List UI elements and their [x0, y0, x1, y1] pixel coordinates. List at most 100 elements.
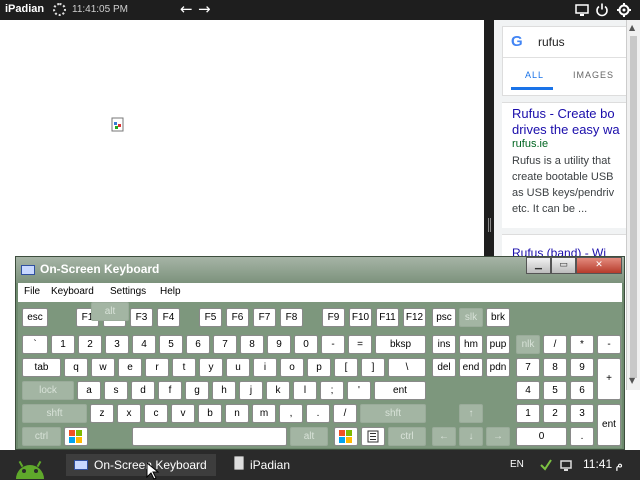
key-k[interactable]: k: [266, 381, 290, 400]
scroll-up-icon[interactable]: ▲: [629, 23, 635, 32]
key-nlk[interactable]: nlk: [516, 335, 540, 354]
key-left-shift[interactable]: shft: [22, 404, 87, 423]
minimize-button[interactable]: ▁: [526, 257, 551, 274]
tab-all[interactable]: ALL: [525, 70, 544, 80]
key-arrow-down[interactable]: ↓: [459, 427, 483, 446]
tab-images[interactable]: IMAGES: [573, 70, 614, 80]
key-enter[interactable]: ent: [374, 381, 426, 400]
android-start-icon[interactable]: [10, 453, 50, 479]
key-1[interactable]: 1: [51, 335, 75, 354]
key-f4[interactable]: F4: [157, 308, 180, 327]
key-num-enter[interactable]: ent: [597, 404, 621, 446]
key-b[interactable]: b: [198, 404, 222, 423]
key-9[interactable]: 9: [267, 335, 291, 354]
key-num-9[interactable]: 9: [570, 358, 594, 377]
key-num-5[interactable]: 5: [543, 381, 567, 400]
key-7[interactable]: 7: [213, 335, 237, 354]
key-open-bracket[interactable]: [: [334, 358, 358, 377]
key-f5[interactable]: F5: [199, 308, 222, 327]
menu-help[interactable]: Help: [160, 286, 181, 297]
key-slash[interactable]: /: [333, 404, 357, 423]
key-f7[interactable]: F7: [253, 308, 276, 327]
settings-icon[interactable]: [616, 2, 632, 18]
task-on-screen-keyboard[interactable]: On-Screen Keyboard: [66, 454, 216, 476]
key-y[interactable]: y: [199, 358, 223, 377]
key-arrow-up[interactable]: ↑: [459, 404, 483, 423]
key-ins[interactable]: ins: [432, 335, 456, 354]
key-menu[interactable]: [361, 427, 385, 446]
key-minus[interactable]: -: [321, 335, 345, 354]
menu-file[interactable]: File: [24, 286, 40, 297]
key-caps-lock[interactable]: lock: [22, 381, 74, 400]
key-equals[interactable]: =: [348, 335, 372, 354]
monitor-icon[interactable]: [574, 2, 590, 18]
key-left-alt[interactable]: alt: [91, 302, 129, 321]
key-num-0[interactable]: 0: [516, 427, 567, 446]
key-backspace[interactable]: bksp: [375, 335, 426, 354]
key-brk[interactable]: brk: [486, 308, 510, 327]
key-num-4[interactable]: 4: [516, 381, 540, 400]
key-num-7[interactable]: 7: [516, 358, 540, 377]
network-icon[interactable]: [560, 458, 574, 472]
search-result[interactable]: Rufus - Create bo drives the easy wa ruf…: [502, 102, 626, 228]
key-v[interactable]: v: [171, 404, 195, 423]
key-period[interactable]: .: [306, 404, 330, 423]
search-result[interactable]: Rufus (band) - Wi: [502, 234, 626, 256]
keyboard-titlebar[interactable]: On-Screen Keyboard ▁ ▭ ✕: [16, 257, 624, 283]
language-indicator[interactable]: EN: [510, 459, 524, 470]
key-5[interactable]: 5: [159, 335, 183, 354]
key-backslash[interactable]: \: [388, 358, 426, 377]
key-right-shift[interactable]: shft: [360, 404, 426, 423]
key-num-1[interactable]: 1: [516, 404, 540, 423]
key-a[interactable]: a: [77, 381, 101, 400]
panel-splitter[interactable]: [484, 20, 494, 256]
key-4[interactable]: 4: [132, 335, 156, 354]
scroll-down-icon[interactable]: ▼: [629, 376, 635, 385]
key-psc[interactable]: psc: [432, 308, 456, 327]
key-f[interactable]: f: [158, 381, 182, 400]
result-title[interactable]: Rufus - Create bo: [512, 106, 626, 122]
key-esc[interactable]: esc: [22, 308, 48, 327]
key-arrow-left[interactable]: ←: [432, 427, 456, 446]
key-8[interactable]: 8: [240, 335, 264, 354]
key-3[interactable]: 3: [105, 335, 129, 354]
tray-app-icon[interactable]: [539, 458, 553, 472]
key-f6[interactable]: F6: [226, 308, 249, 327]
menu-keyboard[interactable]: Keyboard: [51, 286, 94, 297]
key-slk[interactable]: slk: [459, 308, 483, 327]
key-semicolon[interactable]: ;: [320, 381, 344, 400]
key-num-period[interactable]: .: [570, 427, 594, 446]
key-f3[interactable]: F3: [130, 308, 153, 327]
key-left-ctrl[interactable]: ctrl: [22, 427, 61, 446]
key-p[interactable]: p: [307, 358, 331, 377]
key-right-ctrl[interactable]: ctrl: [388, 427, 426, 446]
key-e[interactable]: e: [118, 358, 142, 377]
scroll-thumb[interactable]: [630, 36, 637, 378]
key-j[interactable]: j: [239, 381, 263, 400]
key-f10[interactable]: F10: [349, 308, 372, 327]
key-r[interactable]: r: [145, 358, 169, 377]
splitter-grip[interactable]: [488, 218, 491, 232]
key-tab[interactable]: tab: [22, 358, 61, 377]
key-num-minus[interactable]: -: [597, 335, 621, 354]
key-f11[interactable]: F11: [376, 308, 399, 327]
key-t[interactable]: t: [172, 358, 196, 377]
power-icon[interactable]: [594, 2, 610, 18]
key-right-alt[interactable]: alt: [290, 427, 328, 446]
key-num-3[interactable]: 3: [570, 404, 594, 423]
key-num-2[interactable]: 2: [543, 404, 567, 423]
key-num-asterisk[interactable]: *: [570, 335, 594, 354]
key-f12[interactable]: F12: [403, 308, 426, 327]
key-q[interactable]: q: [64, 358, 88, 377]
menu-settings[interactable]: Settings: [110, 286, 146, 297]
key-close-bracket[interactable]: ]: [361, 358, 385, 377]
key-i[interactable]: i: [253, 358, 277, 377]
back-arrow-icon[interactable]: ←: [180, 1, 193, 18]
key-o[interactable]: o: [280, 358, 304, 377]
key-quote[interactable]: ': [347, 381, 371, 400]
key-u[interactable]: u: [226, 358, 250, 377]
key-pup[interactable]: pup: [486, 335, 510, 354]
key-windows-left[interactable]: [64, 427, 88, 446]
key-f8[interactable]: F8: [280, 308, 303, 327]
key-0[interactable]: 0: [294, 335, 318, 354]
